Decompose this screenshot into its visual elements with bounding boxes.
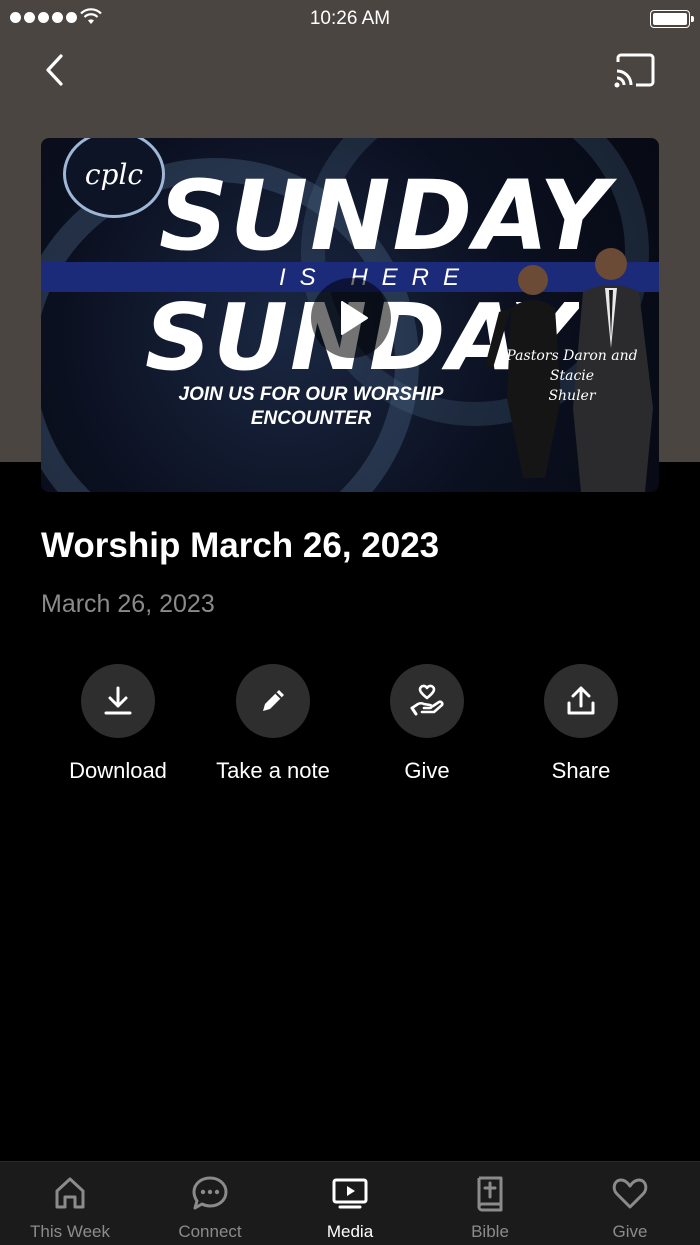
back-button[interactable] — [36, 50, 76, 90]
tab-bible[interactable]: Bible — [420, 1162, 560, 1245]
download-icon — [104, 686, 132, 715]
tab-media[interactable]: Media — [280, 1162, 420, 1245]
give-button[interactable]: Give — [352, 664, 502, 784]
media-title: Worship March 26, 2023 — [41, 526, 440, 565]
play-button[interactable] — [311, 278, 391, 358]
give-label: Give — [404, 758, 450, 783]
action-circle — [390, 664, 464, 738]
share-label: Share — [551, 758, 611, 783]
bible-icon — [477, 1176, 503, 1212]
heart-icon — [612, 1178, 648, 1209]
video-player[interactable]: cplc SUNDAY IS HERE SUNDAY JOIN US FOR O… — [41, 138, 659, 492]
pastor-caption: Pastors Daron and Stacie Shuler — [506, 348, 638, 404]
action-circle — [544, 664, 618, 738]
tab-this-week[interactable]: This Week — [0, 1162, 140, 1245]
take-note-button[interactable]: Take a note — [198, 664, 348, 784]
status-time: 10:26 AM — [309, 8, 391, 29]
media-date: March 26, 2023 — [41, 590, 215, 618]
status-bar: 10:26 AM — [0, 0, 700, 36]
action-circle — [236, 664, 310, 738]
battery-icon — [650, 10, 694, 28]
take-note-label: Take a note — [216, 758, 330, 783]
chat-bubble-icon — [192, 1176, 228, 1210]
play-icon — [341, 301, 368, 335]
download-label: Download — [69, 758, 167, 783]
heart-hand-icon — [410, 684, 444, 716]
tv-play-icon — [332, 1178, 368, 1209]
share-icon — [567, 686, 595, 715]
tab-connect[interactable]: Connect — [140, 1162, 280, 1245]
tab-give[interactable]: Give — [560, 1162, 700, 1245]
cast-button[interactable] — [612, 50, 658, 92]
tab-bar: This Week Connect Media Bible Give — [0, 1161, 700, 1245]
cast-icon — [614, 53, 655, 88]
chevron-left-icon — [46, 54, 63, 86]
action-circle — [81, 664, 155, 738]
home-icon — [55, 1177, 85, 1209]
pencil-icon — [263, 690, 284, 711]
download-button[interactable]: Download — [43, 664, 193, 784]
share-button[interactable]: Share — [506, 664, 656, 784]
